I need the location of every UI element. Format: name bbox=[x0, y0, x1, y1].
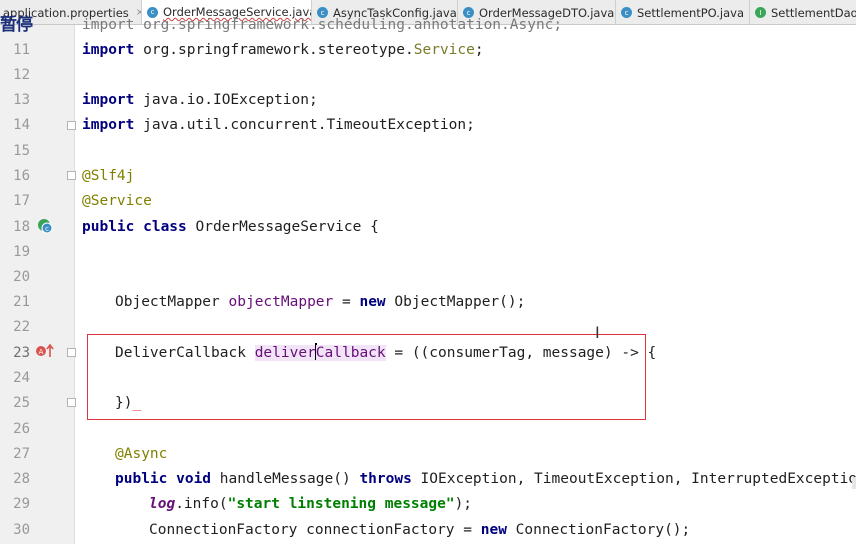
tab-settlement-dao[interactable]: I SettlementDao.java bbox=[750, 0, 856, 24]
line-number: 29 bbox=[13, 496, 30, 512]
code-line-28[interactable]: public void handleMessage() throws IOExc… bbox=[115, 467, 856, 492]
code-line-13[interactable]: import java.io.IOException; bbox=[82, 88, 318, 113]
line-number: 18 bbox=[13, 219, 30, 235]
line-number: 24 bbox=[13, 370, 30, 386]
line-number: 12 bbox=[13, 67, 30, 83]
class-icon: c bbox=[621, 7, 632, 18]
line-number: 26 bbox=[13, 421, 30, 437]
code-line-18[interactable]: public class OrderMessageService { bbox=[82, 215, 379, 240]
line-number: 21 bbox=[13, 294, 30, 310]
tab-label: SettlementDao.java bbox=[771, 5, 856, 20]
bean-letter: c bbox=[45, 225, 49, 233]
fold-marker[interactable] bbox=[67, 348, 76, 357]
line-number: 27 bbox=[13, 446, 30, 462]
line-number: 16 bbox=[13, 168, 30, 184]
line-number: 25 bbox=[13, 395, 30, 411]
code-line-10: import org.springframework.scheduling.an… bbox=[82, 17, 563, 33]
line-number: 30 bbox=[13, 522, 30, 538]
line-number: 19 bbox=[13, 244, 30, 260]
line-number: 23 bbox=[13, 345, 30, 361]
interface-icon: I bbox=[755, 7, 766, 18]
tab-settlement-po[interactable]: c SettlementPO.java × bbox=[616, 0, 750, 24]
line-number: 15 bbox=[13, 143, 30, 159]
code-line-16[interactable]: @Slf4j bbox=[82, 164, 134, 189]
code-line-29[interactable]: log.info("start linstening message"); bbox=[149, 492, 472, 517]
override-marker-icon[interactable]: A bbox=[35, 343, 55, 359]
highlight-annotation-box bbox=[87, 334, 646, 420]
line-number: 13 bbox=[13, 92, 30, 108]
line-number: 17 bbox=[13, 193, 30, 209]
code-line-11[interactable]: import org.springframework.stereotype.Se… bbox=[82, 38, 484, 63]
line-number: 20 bbox=[13, 269, 30, 285]
code-line-21[interactable]: ObjectMapper objectMapper = new ObjectMa… bbox=[115, 290, 525, 315]
line-number: 11 bbox=[13, 42, 30, 58]
code-line-30[interactable]: ConnectionFactory connectionFactory = ne… bbox=[149, 518, 690, 543]
code-line-14[interactable]: import java.util.concurrent.TimeoutExcep… bbox=[82, 113, 475, 138]
scrollbar-marker[interactable] bbox=[852, 477, 856, 489]
fold-marker[interactable] bbox=[67, 398, 76, 407]
line-number: 28 bbox=[13, 471, 30, 487]
fold-marker[interactable] bbox=[67, 171, 76, 180]
fold-marker[interactable] bbox=[67, 121, 76, 130]
spring-bean-icon[interactable]: c bbox=[37, 218, 53, 234]
tab-label: SettlementPO.java bbox=[637, 5, 745, 20]
pause-overlay-caption: 暂停 bbox=[0, 15, 33, 35]
code-line-17[interactable]: @Service bbox=[82, 189, 152, 214]
line-number: 14 bbox=[13, 117, 30, 133]
mouse-ibeam-cursor: I bbox=[595, 323, 600, 342]
svg-text:A: A bbox=[39, 348, 44, 356]
line-number: 22 bbox=[13, 319, 30, 335]
code-line-27[interactable]: @Async bbox=[115, 442, 167, 467]
